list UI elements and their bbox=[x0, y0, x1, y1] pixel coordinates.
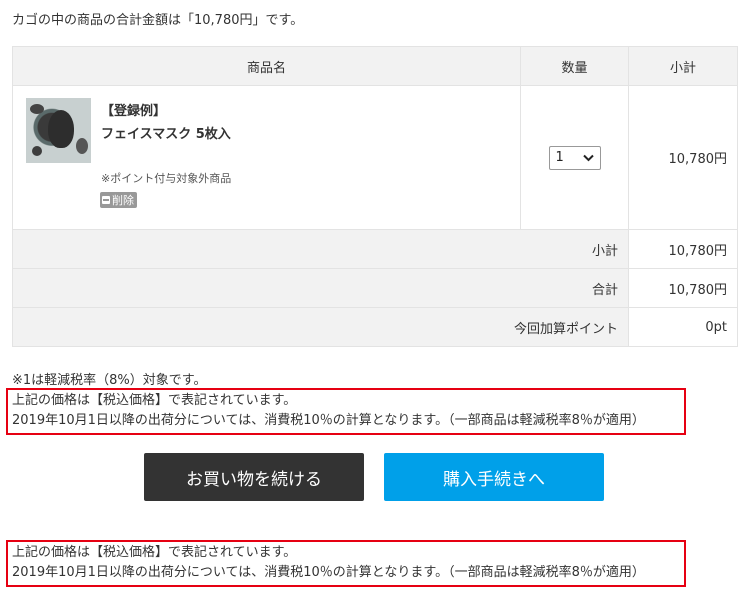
header-product-name: 商品名 bbox=[12, 46, 521, 86]
product-thumbnail[interactable] bbox=[26, 98, 91, 163]
header-subtotal: 小計 bbox=[628, 46, 738, 86]
quantity-select[interactable]: 1 bbox=[548, 145, 601, 170]
total-row: 合計 10,780円 bbox=[12, 268, 738, 308]
total-value: 10,780円 bbox=[628, 268, 738, 308]
continue-shopping-button[interactable]: お買い物を続ける bbox=[144, 453, 364, 501]
cart-table-header: 商品名 数量 小計 bbox=[12, 46, 738, 86]
points-value: 0pt bbox=[628, 307, 738, 347]
subtotal-value: 10,780円 bbox=[628, 229, 738, 269]
checkout-button[interactable]: 購入手続きへ bbox=[384, 453, 604, 501]
item-info-cell: 【登録例】 フェイスマスク 5枚入 ※ポイント付与対象外商品 削除 bbox=[12, 85, 521, 230]
minus-icon bbox=[102, 196, 110, 204]
tax-notice-line1: 上記の価格は【税込価格】で表記されています。 bbox=[12, 545, 297, 560]
delete-button[interactable]: 削除 bbox=[100, 192, 137, 208]
points-label: 今回加算ポイント bbox=[12, 307, 629, 347]
points-row: 今回加算ポイント 0pt bbox=[12, 307, 738, 347]
product-tag: 【登録例】 bbox=[101, 104, 167, 119]
header-quantity: 数量 bbox=[520, 46, 629, 86]
tax-notice-top: 上記の価格は【税込価格】で表記されています。 2019年10月1日以降の出荷分に… bbox=[6, 388, 686, 435]
tax-notice-line2: 2019年10月1日以降の出荷分については、消費税10％の計算となります。（一部… bbox=[12, 413, 645, 428]
item-quantity-cell: 1 bbox=[520, 85, 629, 230]
cart-total-summary: カゴの中の商品の合計金額は「10,780円」です。 bbox=[12, 13, 304, 28]
delete-label: 削除 bbox=[112, 194, 134, 207]
chevron-down-icon bbox=[582, 154, 594, 161]
total-label: 合計 bbox=[12, 268, 629, 308]
product-point-note: ※ポイント付与対象外商品 bbox=[101, 172, 232, 185]
reduced-tax-note: ※1は軽減税率（8%）対象です。 bbox=[12, 373, 207, 388]
item-price: 10,780円 bbox=[628, 85, 738, 230]
tax-notice-bottom: 上記の価格は【税込価格】で表記されています。 2019年10月1日以降の出荷分に… bbox=[6, 540, 686, 587]
product-name-link[interactable]: フェイスマスク 5枚入 bbox=[101, 123, 231, 142]
tax-notice-line1: 上記の価格は【税込価格】で表記されています。 bbox=[12, 393, 297, 408]
subtotal-label: 小計 bbox=[12, 229, 629, 269]
cart-table: 商品名 数量 小計 【登録例】 フェイスマスク 5枚入 ※ポイント付与対象外商品… bbox=[12, 46, 738, 347]
cart-item-row: 【登録例】 フェイスマスク 5枚入 ※ポイント付与対象外商品 削除 1 10,7… bbox=[12, 85, 738, 230]
tax-notice-line2: 2019年10月1日以降の出荷分については、消費税10％の計算となります。（一部… bbox=[12, 565, 645, 580]
subtotal-row: 小計 10,780円 bbox=[12, 229, 738, 269]
quantity-value: 1 bbox=[555, 150, 564, 165]
